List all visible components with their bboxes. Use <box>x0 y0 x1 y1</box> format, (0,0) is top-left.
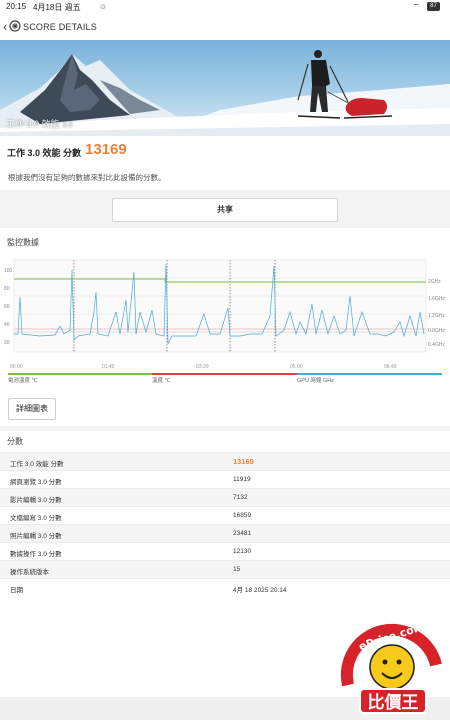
comparison-note: 根據我們沒有足夠的數據來對比此設備的分數。 <box>8 173 166 182</box>
hero-label: 工作 3.0 效能 3.0 <box>6 119 73 129</box>
chart-x-tick: 01:40 <box>102 364 115 370</box>
page-title: SCORE DETAILS <box>23 22 97 32</box>
monitoring-chart-svg <box>13 259 427 353</box>
score-table-row: 網頁瀏覽 3.0 分數 11919 <box>0 470 450 488</box>
scores-table: 工作 3.0 效能 分數 13169 網頁瀏覽 3.0 分數 11919 影片編輯 3.… <box>0 452 450 596</box>
chart-x-tick: 03:20 <box>196 364 209 370</box>
status-time: 20:15 <box>6 2 27 11</box>
svg-text:比價王: 比價王 <box>368 692 419 713</box>
battery-icon: 87 <box>427 2 440 11</box>
app-bar: ‹ SCORE DETAILS <box>0 14 450 40</box>
score-row-value: 23481 <box>233 530 252 537</box>
chart-left-tick: 100 <box>4 268 13 274</box>
legend-gpu-swatch <box>297 373 442 375</box>
score-table-row: 日期 4月 18 2025 20:14 <box>0 578 450 596</box>
score-row-key: 數據操作 3.0 分數 <box>10 551 62 558</box>
share-button[interactable]: 共享 <box>112 198 338 222</box>
score-row-key: 照片編輯 3.0 分數 <box>10 533 62 540</box>
score-row-value: 13169 <box>233 457 254 466</box>
legend-gpu-clock: GPU 時鐘 GHz <box>297 373 442 384</box>
score-row-value: 11919 <box>233 476 251 483</box>
score-row-key: 文檔編寫 3.0 分數 <box>10 515 62 522</box>
detail-chart-button[interactable]: 詳細圖表 <box>8 398 56 420</box>
score-row-key: 日期 <box>10 587 23 594</box>
score-row: 工作 3.0 效能 分數 13169 <box>0 138 450 166</box>
score-label: 工作 3.0 效能 分數 <box>7 148 82 158</box>
chart-right-tick: 1.2GHz <box>428 313 445 319</box>
hero-banner: 工作 3.0 效能 3.0 <box>0 40 450 136</box>
chart-left-tick: 20 <box>4 340 10 346</box>
eprice-watermark-logo: ePrice.com.tw 比價王 <box>340 615 442 714</box>
score-table-row: 文檔編寫 3.0 分數 16859 <box>0 506 450 524</box>
chart-left-tick: 80 <box>4 286 10 292</box>
status-bar: 20:15 4月18日 週五 ⊙ ⌔ 87 <box>0 0 450 14</box>
score-row-key: 工作 3.0 效能 分數 <box>10 461 64 468</box>
section-divider <box>0 426 450 431</box>
score-row-value: 16859 <box>233 512 252 519</box>
legend-cpu-temp: 溫度 ℃ <box>152 373 297 384</box>
chart-left-tick: 40 <box>4 322 10 328</box>
chart-right-tick: 1.6GHz <box>428 296 445 302</box>
score-row-value: 7132 <box>233 494 248 501</box>
monitoring-chart: 100 80 60 40 20 2GHz 1.6GHz 1.2GHz 0.8GHz 0.4GHz… <box>0 252 450 382</box>
status-date: 4月18日 週五 <box>33 3 81 12</box>
chart-x-tick: 05:00 <box>290 364 303 370</box>
score-table-row: 工作 3.0 效能 分數 13169 <box>0 452 450 470</box>
3dmark-logo-icon <box>9 20 21 32</box>
chart-left-tick: 60 <box>4 304 10 310</box>
legend-battery-temp: 電池溫度 ℃ <box>8 373 153 384</box>
legend-temp-swatch <box>152 373 297 375</box>
scores-title: 分數 <box>7 437 23 446</box>
monitoring-title: 監控數據 <box>7 238 39 247</box>
score-row-key: 影片編輯 3.0 分數 <box>10 497 62 504</box>
score-table-row: 操作系統版本 15 <box>0 560 450 578</box>
wifi-icon: ⌔ <box>412 2 420 11</box>
score-value: 13169 <box>85 141 127 158</box>
back-arrow-icon[interactable]: ‹ <box>3 19 7 34</box>
score-row-value: 15 <box>233 566 241 573</box>
score-row-key: 網頁瀏覽 3.0 分數 <box>10 479 62 486</box>
score-table-row: 影片編輯 3.0 分數 7132 <box>0 488 450 506</box>
chart-x-tick: 06:40 <box>384 364 397 370</box>
chart-right-tick: 2GHz <box>428 279 441 285</box>
score-row-value: 4月 18 2025 20:14 <box>233 587 287 594</box>
score-row-key: 操作系統版本 <box>10 569 49 576</box>
score-table-row: 照片編輯 3.0 分數 23481 <box>0 524 450 542</box>
chart-right-tick: 0.4GHz <box>428 342 445 348</box>
legend-battery-swatch <box>8 373 153 375</box>
chart-right-tick: 0.8GHz <box>428 328 445 334</box>
chart-x-tick: 00:00 <box>10 364 23 370</box>
score-row-value: 12130 <box>233 548 252 555</box>
notification-icon: ⊙ <box>100 4 106 11</box>
score-table-row: 數據操作 3.0 分數 12130 <box>0 542 450 560</box>
